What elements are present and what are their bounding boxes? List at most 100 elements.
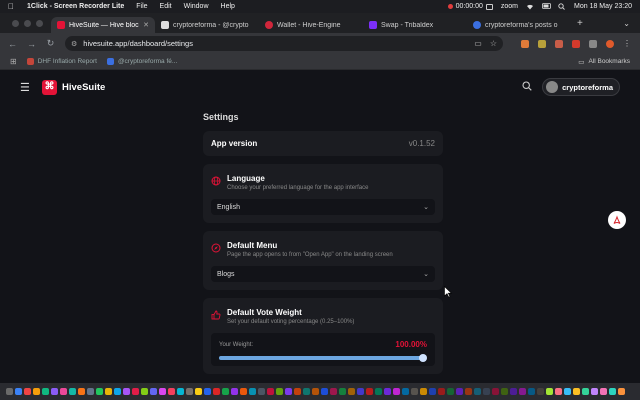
dock-app-icon[interactable] [294,388,301,395]
extension-tool-icon[interactable] [555,39,563,48]
dock-app-icon[interactable] [393,388,400,395]
dock-app-icon[interactable] [600,388,607,395]
dock-app-icon[interactable] [609,388,616,395]
dock-app-icon[interactable] [267,388,274,395]
dock-app-icon[interactable] [24,388,31,395]
menu-icon[interactable]: ☰ [20,81,32,94]
dock-app-icon[interactable] [15,388,22,395]
dock-app-icon[interactable] [276,388,283,395]
dock-app-icon[interactable] [618,388,625,395]
dock-app-icon[interactable] [249,388,256,395]
language-select[interactable]: English ⌄ [211,199,435,215]
extension-puzzle-icon[interactable] [589,39,597,48]
dock-app-icon[interactable] [303,388,310,395]
dock-app-icon[interactable] [564,388,571,395]
battery-icon[interactable] [542,3,551,10]
dock-app-icon[interactable] [123,388,130,395]
user-menu-button[interactable]: cryptoreforma [542,78,620,96]
dock-app-icon[interactable] [150,388,157,395]
dock-app-icon[interactable] [132,388,139,395]
dock-app-icon[interactable] [222,388,229,395]
dock-app-icon[interactable] [429,388,436,395]
menubar-item-help[interactable]: Help [221,3,235,10]
dock-app-icon[interactable] [366,388,373,395]
wifi-icon[interactable] [526,3,534,10]
bookmark-cryptoreforma[interactable]: @cryptoreforma fé... [106,58,177,65]
new-tab-button[interactable]: + [577,18,583,29]
dock-app-icon[interactable] [258,388,265,395]
close-window-button[interactable] [12,19,19,27]
brand-name[interactable]: HiveSuite [62,82,105,93]
dock-app-icon[interactable] [159,388,166,395]
dock-app-icon[interactable] [195,388,202,395]
apps-grid-icon[interactable]: ⊞ [10,57,17,66]
dock-app-icon[interactable] [87,388,94,395]
dock-app-icon[interactable] [168,388,175,395]
dock-app-icon[interactable] [339,388,346,395]
browser-tab-cryptoreforma[interactable]: cryptoreforma - @crypto [155,17,259,33]
dock-app-icon[interactable] [321,388,328,395]
tab-search-chevron-icon[interactable]: ⌄ [623,19,630,28]
dock-app-icon[interactable] [537,388,544,395]
apple-icon[interactable]:  [8,2,15,11]
all-bookmarks-button[interactable]: ▭ All Bookmarks [578,58,630,66]
forward-arrow-icon[interactable]: → [27,39,36,49]
extension-fox-icon[interactable] [521,39,529,48]
vote-weight-slider[interactable] [219,354,427,362]
menubar-datetime[interactable]: Mon 18 May 23:20 [574,3,632,10]
hivesuite-logo[interactable]: ⌘ [42,79,57,95]
dock-app-icon[interactable] [528,388,535,395]
dock-app-icon[interactable] [186,388,193,395]
dock-app-icon[interactable] [240,388,247,395]
dock-app-icon[interactable] [357,388,364,395]
dock-app-icon[interactable] [6,388,13,395]
pdf-icon[interactable] [608,211,626,229]
dock-app-icon[interactable] [348,388,355,395]
dock-app-icon[interactable] [555,388,562,395]
browser-menu-icon[interactable]: ⋮ [623,39,631,48]
cast-icon[interactable]: ▭ [474,39,482,48]
dock-app-icon[interactable] [78,388,85,395]
default-menu-select[interactable]: Blogs ⌄ [211,266,435,282]
dock-app-icon[interactable] [114,388,121,395]
browser-tab-posts[interactable]: cryptoreforma's posts o [467,17,571,33]
dock-app-icon[interactable] [501,388,508,395]
dock-app-icon[interactable] [492,388,499,395]
dock-app-icon[interactable] [69,388,76,395]
dock-app-icon[interactable] [105,388,112,395]
dock-app-icon[interactable] [285,388,292,395]
zoom-status[interactable]: zoom [501,3,518,10]
dock-app-icon[interactable] [312,388,319,395]
dock-app-icon[interactable] [60,388,67,395]
dock-app-icon[interactable] [402,388,409,395]
search-spotlight-icon[interactable] [558,3,566,10]
dock-app-icon[interactable] [33,388,40,395]
dock-app-icon[interactable] [510,388,517,395]
browser-tab-wallet[interactable]: Wallet - Hive-Engine [259,17,363,33]
dock-app-icon[interactable] [213,388,220,395]
reload-icon[interactable]: ↻ [46,38,55,49]
dock-app-icon[interactable] [474,388,481,395]
back-arrow-icon[interactable]: ← [8,39,17,49]
dock-app-icon[interactable] [447,388,454,395]
menubar-item-file[interactable]: File [136,3,147,10]
dock-app-icon[interactable] [519,388,526,395]
profile-avatar-icon[interactable] [606,39,614,48]
extension-key-icon[interactable] [538,39,546,48]
dock-app-icon[interactable] [411,388,418,395]
site-info-icon[interactable]: ⚙ [71,40,77,48]
close-tab-icon[interactable]: ✕ [143,21,149,29]
dock-app-icon[interactable] [42,388,49,395]
dock-app-icon[interactable] [582,388,589,395]
dock-app-icon[interactable] [546,388,553,395]
bookmark-star-icon[interactable]: ☆ [490,39,497,48]
dock-app-icon[interactable] [375,388,382,395]
extension-x-icon[interactable] [572,39,580,48]
dock-app-icon[interactable] [420,388,427,395]
dock-app-icon[interactable] [51,388,58,395]
search-icon[interactable] [522,80,532,94]
dock-app-icon[interactable] [177,388,184,395]
dock-app-icon[interactable] [465,388,472,395]
dock-app-icon[interactable] [456,388,463,395]
dock-app-icon[interactable] [141,388,148,395]
